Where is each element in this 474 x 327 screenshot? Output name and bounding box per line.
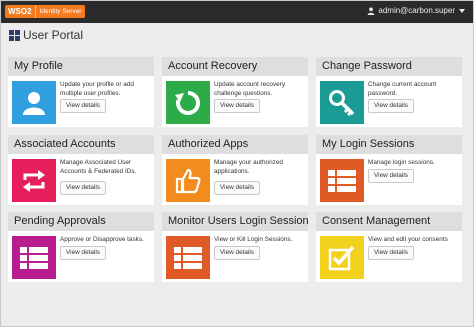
card-description: Manage login sessions. [368,159,435,166]
card-description: Approve or Disapprove tasks. [60,236,144,243]
view-details-button[interactable]: View details [60,181,106,195]
view-details-button[interactable]: View details [214,181,260,195]
card-title: Consent Management [316,212,462,231]
card-title: Account Recovery [162,57,308,76]
card-title: Authorized Apps [162,135,308,154]
card-title: Monitor Users Login Sessions [162,212,308,231]
card-title: Associated Accounts [8,135,154,154]
card-description: View and edit your consents [368,236,448,243]
link-accounts-icon [12,159,56,202]
logo-product: Identity Server [34,5,86,18]
top-bar: WSO2 Identity Server admin@carbon.super [1,1,473,23]
chevron-down-icon [459,8,465,13]
user-menu[interactable]: admin@carbon.super [367,6,465,15]
checkbox-icon [320,236,364,279]
refresh-icon [166,81,210,124]
card-description: View or Kill Login Sessions. [214,236,293,243]
wso2-logo[interactable]: WSO2 Identity Server [5,5,86,18]
card-description: Change current account password. [368,81,437,97]
list-icon [320,159,364,202]
card-pending-approvals: Pending Approvals Approve or Disapprove … [8,212,154,282]
card-authorized-apps: Authorized Apps Manage your authorized a… [162,135,308,205]
card-consent-management: Consent Management View and edit your co… [316,212,462,282]
user-icon [12,81,56,124]
view-details-button[interactable]: View details [368,169,414,183]
view-details-button[interactable]: View details [368,99,414,113]
user-icon [368,7,375,15]
card-monitor-users-login-sessions: Monitor Users Login Sessions View or Kil… [162,212,308,282]
grid-icon [9,29,20,41]
card-description: Manage Associated User Accounts & Federa… [60,159,137,175]
view-details-button[interactable]: View details [368,246,414,260]
card-description: Update account recovery challenge questi… [214,81,286,97]
view-details-button[interactable]: View details [214,246,260,260]
card-description: Update your profile or add multiple user… [60,81,134,97]
view-details-button[interactable]: View details [214,99,260,113]
key-icon [320,81,364,124]
card-account-recovery: Account Recovery Update account recovery… [162,57,308,127]
card-change-password: Change Password Change current account p… [316,57,462,127]
card-associated-accounts: Associated Accounts Manage Associated Us… [8,135,154,205]
card-title: Change Password [316,57,462,76]
logo-brand: WSO2 [5,5,35,18]
card-title: My Login Sessions [316,135,462,154]
page-title: User Portal [9,28,83,42]
view-details-button[interactable]: View details [60,246,106,260]
list-icon [166,236,210,279]
card-my-profile: My Profile Update your profile or add mu… [8,57,154,127]
card-description: Manage your authorized applications. [214,159,283,175]
user-name: admin@carbon.super [378,6,455,15]
card-title: My Profile [8,57,154,76]
card-my-login-sessions: My Login Sessions Manage login sessions.… [316,135,462,205]
list-icon [12,236,56,279]
page-title-text: User Portal [23,28,84,42]
card-title: Pending Approvals [8,212,154,231]
view-details-button[interactable]: View details [60,99,106,113]
thumbs-up-icon [166,159,210,202]
